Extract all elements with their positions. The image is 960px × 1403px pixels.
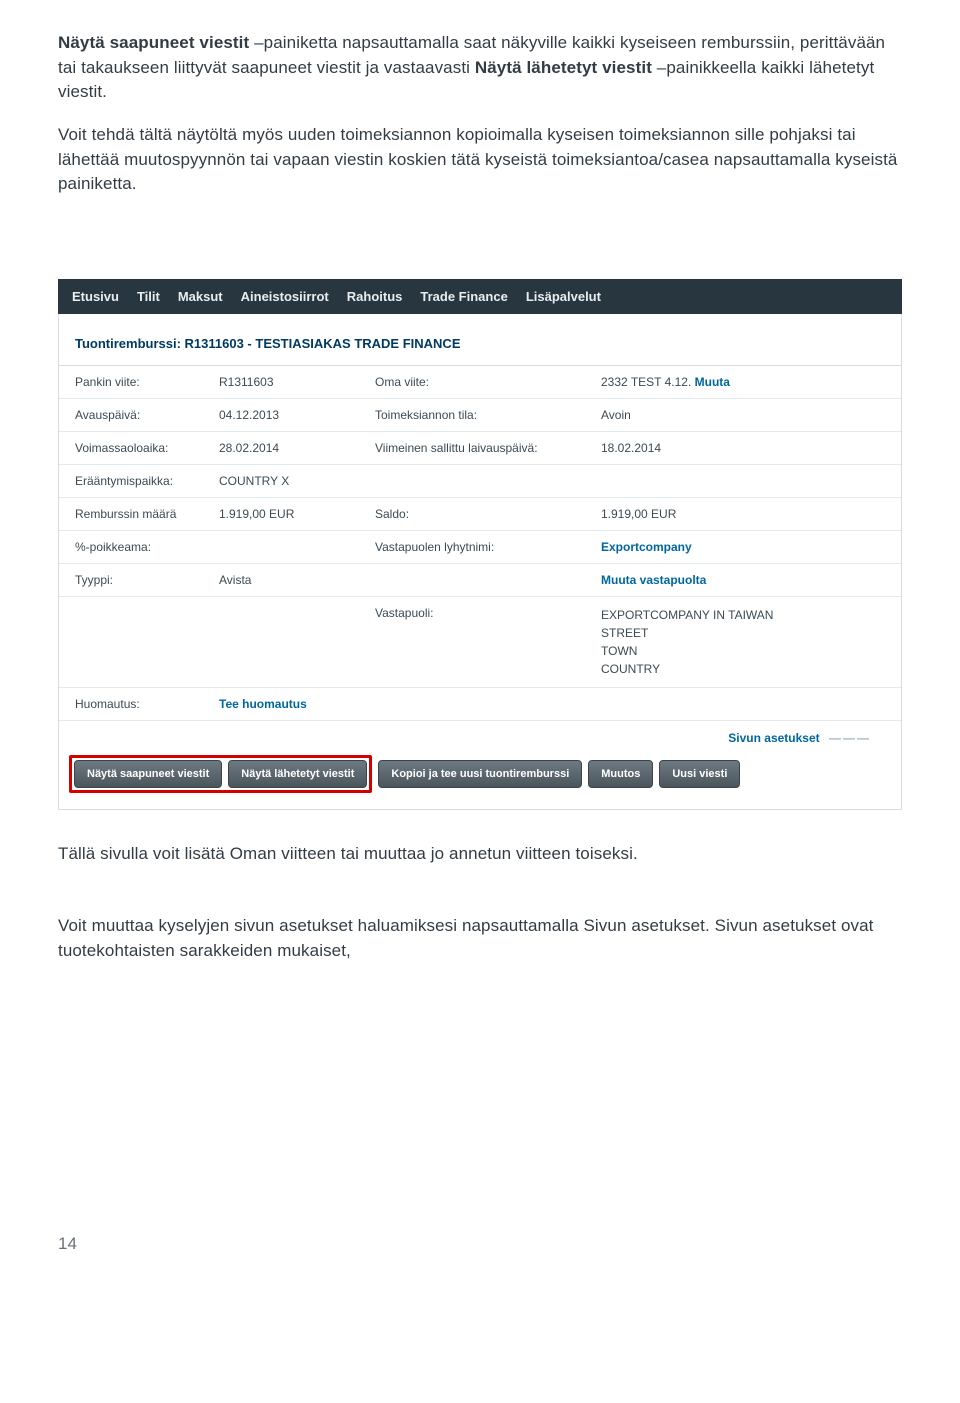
value-avauspaiva: 04.12.2013 xyxy=(203,398,359,431)
nav-lisapalvelut[interactable]: Lisäpalvelut xyxy=(526,289,601,304)
label-empty xyxy=(359,464,585,497)
vastapuoli-line: COUNTRY xyxy=(601,660,891,678)
label-huomautus: Huomautus: xyxy=(59,687,203,720)
outro-paragraph-2: Voit muuttaa kyselyjen sivun asetukset h… xyxy=(58,914,902,963)
table-row: Erääntymispaikka: COUNTRY X xyxy=(59,464,901,497)
value-poikkeama xyxy=(203,530,359,563)
table-row: Avauspäivä: 04.12.2013 Toimeksiannon til… xyxy=(59,398,901,431)
value-pankin-viite: R1311603 xyxy=(203,365,359,398)
label-eraantymispaikka: Erääntymispaikka: xyxy=(59,464,203,497)
text: tai muuttaa jo annetun viitteen toiseksi… xyxy=(336,844,638,863)
label-vastapuolen-lyhytnimi: Vastapuolen lyhytnimi: xyxy=(359,530,585,563)
label-remburssin-maara: Remburssin määrä xyxy=(59,497,203,530)
value-empty xyxy=(585,464,901,497)
outro-paragraph-1: Tällä sivulla voit lisätä Oman viitteen … xyxy=(58,842,902,867)
vastapuoli-line: TOWN xyxy=(601,642,891,660)
nav-rahoitus[interactable]: Rahoitus xyxy=(347,289,403,304)
settings-divider: ——— xyxy=(829,731,871,745)
table-row: Vastapuoli: EXPORTCOMPANY IN TAIWAN STRE… xyxy=(59,596,901,687)
exportcompany-link[interactable]: Exportcompany xyxy=(601,540,692,554)
muuta-link[interactable]: Muuta xyxy=(695,375,730,389)
label-oma-viite: Oma viite: xyxy=(359,365,585,398)
label-toimeksiannon-tila: Toimeksiannon tila: xyxy=(359,398,585,431)
muutos-button[interactable]: Muutos xyxy=(588,760,653,788)
intro-paragraph-2: Voit tehdä tältä näytöltä myös uuden toi… xyxy=(58,123,902,197)
vastapuoli-line: EXPORTCOMPANY IN TAIWAN xyxy=(601,606,891,624)
kopioi-button[interactable]: Kopioi ja tee uusi tuontiremburssi xyxy=(378,760,582,788)
label-empty3 xyxy=(59,596,203,687)
action-button-row: Näytä saapuneet viestit Näytä lähetetyt … xyxy=(59,751,901,801)
label-avauspaiva: Avauspäivä: xyxy=(59,398,203,431)
table-row: Voimassaoloaika: 28.02.2014 Viimeinen sa… xyxy=(59,431,901,464)
nav-aineistosiirrot[interactable]: Aineistosiirrot xyxy=(241,289,329,304)
page-settings-row: Sivun asetukset ——— xyxy=(59,721,901,751)
label-saldo: Saldo: xyxy=(359,497,585,530)
bold-text: Näytä lähetetyt viestit xyxy=(475,58,652,77)
nav-maksut[interactable]: Maksut xyxy=(178,289,223,304)
value-vastapuoli: EXPORTCOMPANY IN TAIWAN STREET TOWN COUN… xyxy=(585,596,901,687)
value-toimeksiannon-tila: Avoin xyxy=(585,398,901,431)
nayta-saapuneet-button[interactable]: Näytä saapuneet viestit xyxy=(74,760,222,788)
value-viimeinen-laivauspaiva: 18.02.2014 xyxy=(585,431,901,464)
nav-etusivu[interactable]: Etusivu xyxy=(72,289,119,304)
vastapuoli-line: STREET xyxy=(601,624,891,642)
details-table: Pankin viite: R1311603 Oma viite: 2332 T… xyxy=(59,365,901,721)
table-row: Remburssin määrä 1.919,00 EUR Saldo: 1.9… xyxy=(59,497,901,530)
bold-text: Oman viitteen xyxy=(230,844,336,863)
label-voimassaoloaika: Voimassaoloaika: xyxy=(59,431,203,464)
uusi-viesti-button[interactable]: Uusi viesti xyxy=(659,760,740,788)
value-eraantymispaikka: COUNTRY X xyxy=(203,464,359,497)
label-pankin-viite: Pankin viite: xyxy=(59,365,203,398)
bold-text: Näytä saapuneet viestit xyxy=(58,33,249,52)
value-tyyppi: Avista xyxy=(203,563,359,596)
label-poikkeama: %-poikkeama: xyxy=(59,530,203,563)
sivun-asetukset-link[interactable]: Sivun asetukset xyxy=(728,731,819,745)
nav-tilit[interactable]: Tilit xyxy=(137,289,160,304)
value-saldo: 1.919,00 EUR xyxy=(585,497,901,530)
table-row: Pankin viite: R1311603 Oma viite: 2332 T… xyxy=(59,365,901,398)
value-empty3 xyxy=(203,596,359,687)
nav-trade-finance[interactable]: Trade Finance xyxy=(420,289,507,304)
highlight-box: Näytä saapuneet viestit Näytä lähetetyt … xyxy=(69,755,372,793)
intro-paragraph-1: Näytä saapuneet viestit –painiketta naps… xyxy=(58,31,902,105)
nayta-lahetetyt-button[interactable]: Näytä lähetetyt viestit xyxy=(228,760,367,788)
label-vastapuoli: Vastapuoli: xyxy=(359,596,585,687)
text: 2332 TEST 4.12. xyxy=(601,375,695,389)
page-number: 14 xyxy=(58,1234,902,1254)
label-viimeinen-laivauspaiva: Viimeinen sallittu laivauspäivä: xyxy=(359,431,585,464)
table-row: Huomautus: Tee huomautus xyxy=(59,687,901,720)
section-title: Tuontiremburssi: R1311603 - TESTIASIAKAS… xyxy=(59,314,901,365)
text: Tällä sivulla voit lisätä xyxy=(58,844,230,863)
table-row: Tyyppi: Avista Muuta vastapuolta xyxy=(59,563,901,596)
value-oma-viite: 2332 TEST 4.12. Muuta xyxy=(585,365,901,398)
main-nav: Etusivu Tilit Maksut Aineistosiirrot Rah… xyxy=(58,279,902,314)
value-voimassaoloaika: 28.02.2014 xyxy=(203,431,359,464)
value-remburssin-maara: 1.919,00 EUR xyxy=(203,497,359,530)
table-row: %-poikkeama: Vastapuolen lyhytnimi: Expo… xyxy=(59,530,901,563)
tee-huomautus-link[interactable]: Tee huomautus xyxy=(219,697,307,711)
label-tyyppi: Tyyppi: xyxy=(59,563,203,596)
screenshot-panel: Etusivu Tilit Maksut Aineistosiirrot Rah… xyxy=(58,279,902,810)
muuta-vastapuolta-link[interactable]: Muuta vastapuolta xyxy=(601,573,706,587)
label-empty2 xyxy=(359,563,585,596)
